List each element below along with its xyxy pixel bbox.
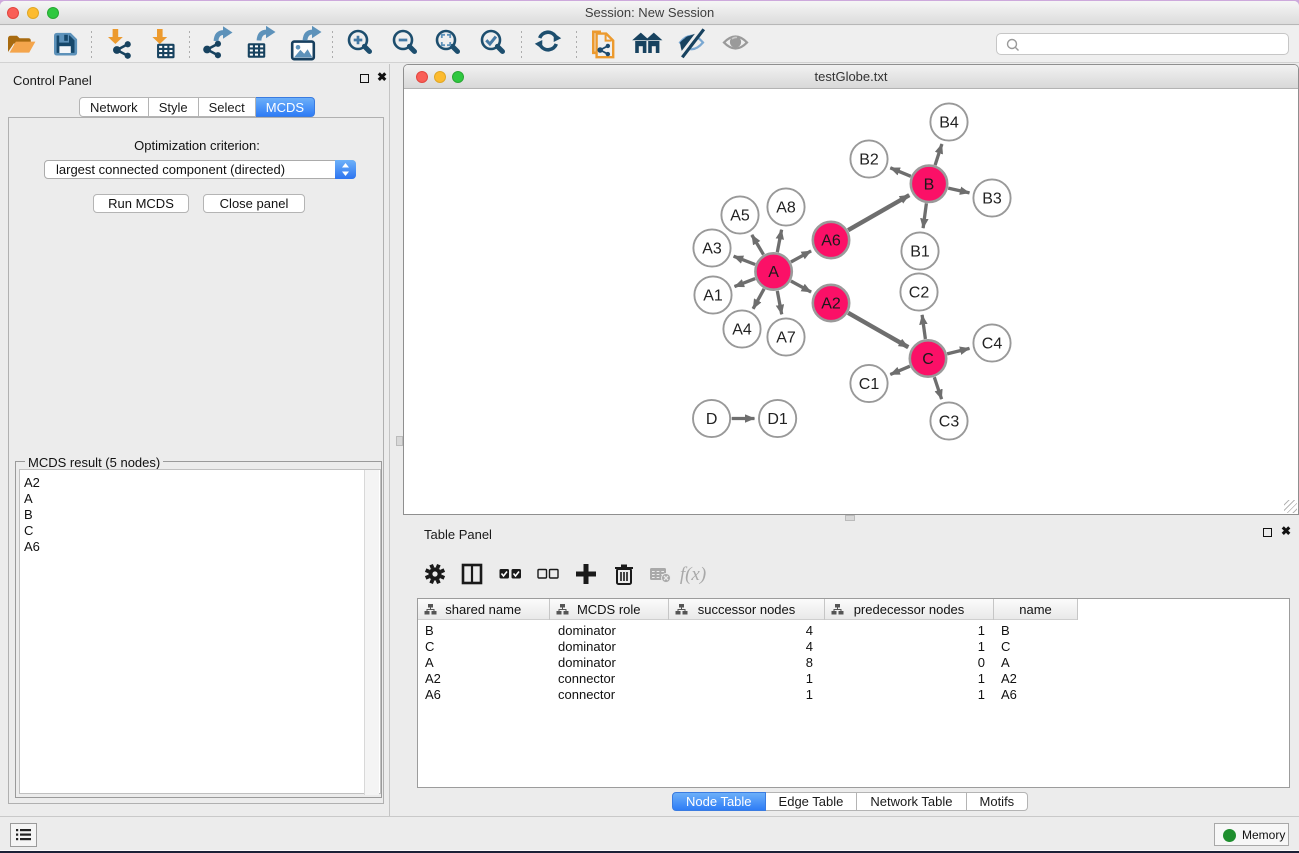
- svg-text:f(x): f(x): [680, 564, 706, 585]
- svg-text:D1: D1: [767, 411, 788, 428]
- svg-text:A2: A2: [821, 296, 841, 313]
- svg-text:C1: C1: [859, 376, 880, 393]
- svg-text:A: A: [768, 264, 779, 281]
- svg-text:C: C: [922, 351, 934, 368]
- svg-text:B3: B3: [982, 191, 1002, 208]
- svg-text:A5: A5: [730, 208, 750, 225]
- svg-text:B2: B2: [859, 152, 879, 169]
- svg-text:C2: C2: [909, 285, 930, 302]
- svg-text:C4: C4: [982, 336, 1003, 353]
- svg-text:A1: A1: [703, 288, 723, 305]
- svg-text:B4: B4: [939, 115, 959, 132]
- svg-text:C3: C3: [939, 414, 960, 431]
- svg-text:B: B: [924, 176, 935, 193]
- svg-text:A4: A4: [732, 322, 752, 339]
- svg-text:B1: B1: [910, 244, 930, 261]
- svg-text:A6: A6: [821, 233, 841, 250]
- svg-text:A7: A7: [776, 330, 796, 347]
- svg-text:A8: A8: [776, 200, 796, 217]
- svg-text:D: D: [706, 411, 718, 428]
- svg-text:A3: A3: [702, 241, 722, 258]
